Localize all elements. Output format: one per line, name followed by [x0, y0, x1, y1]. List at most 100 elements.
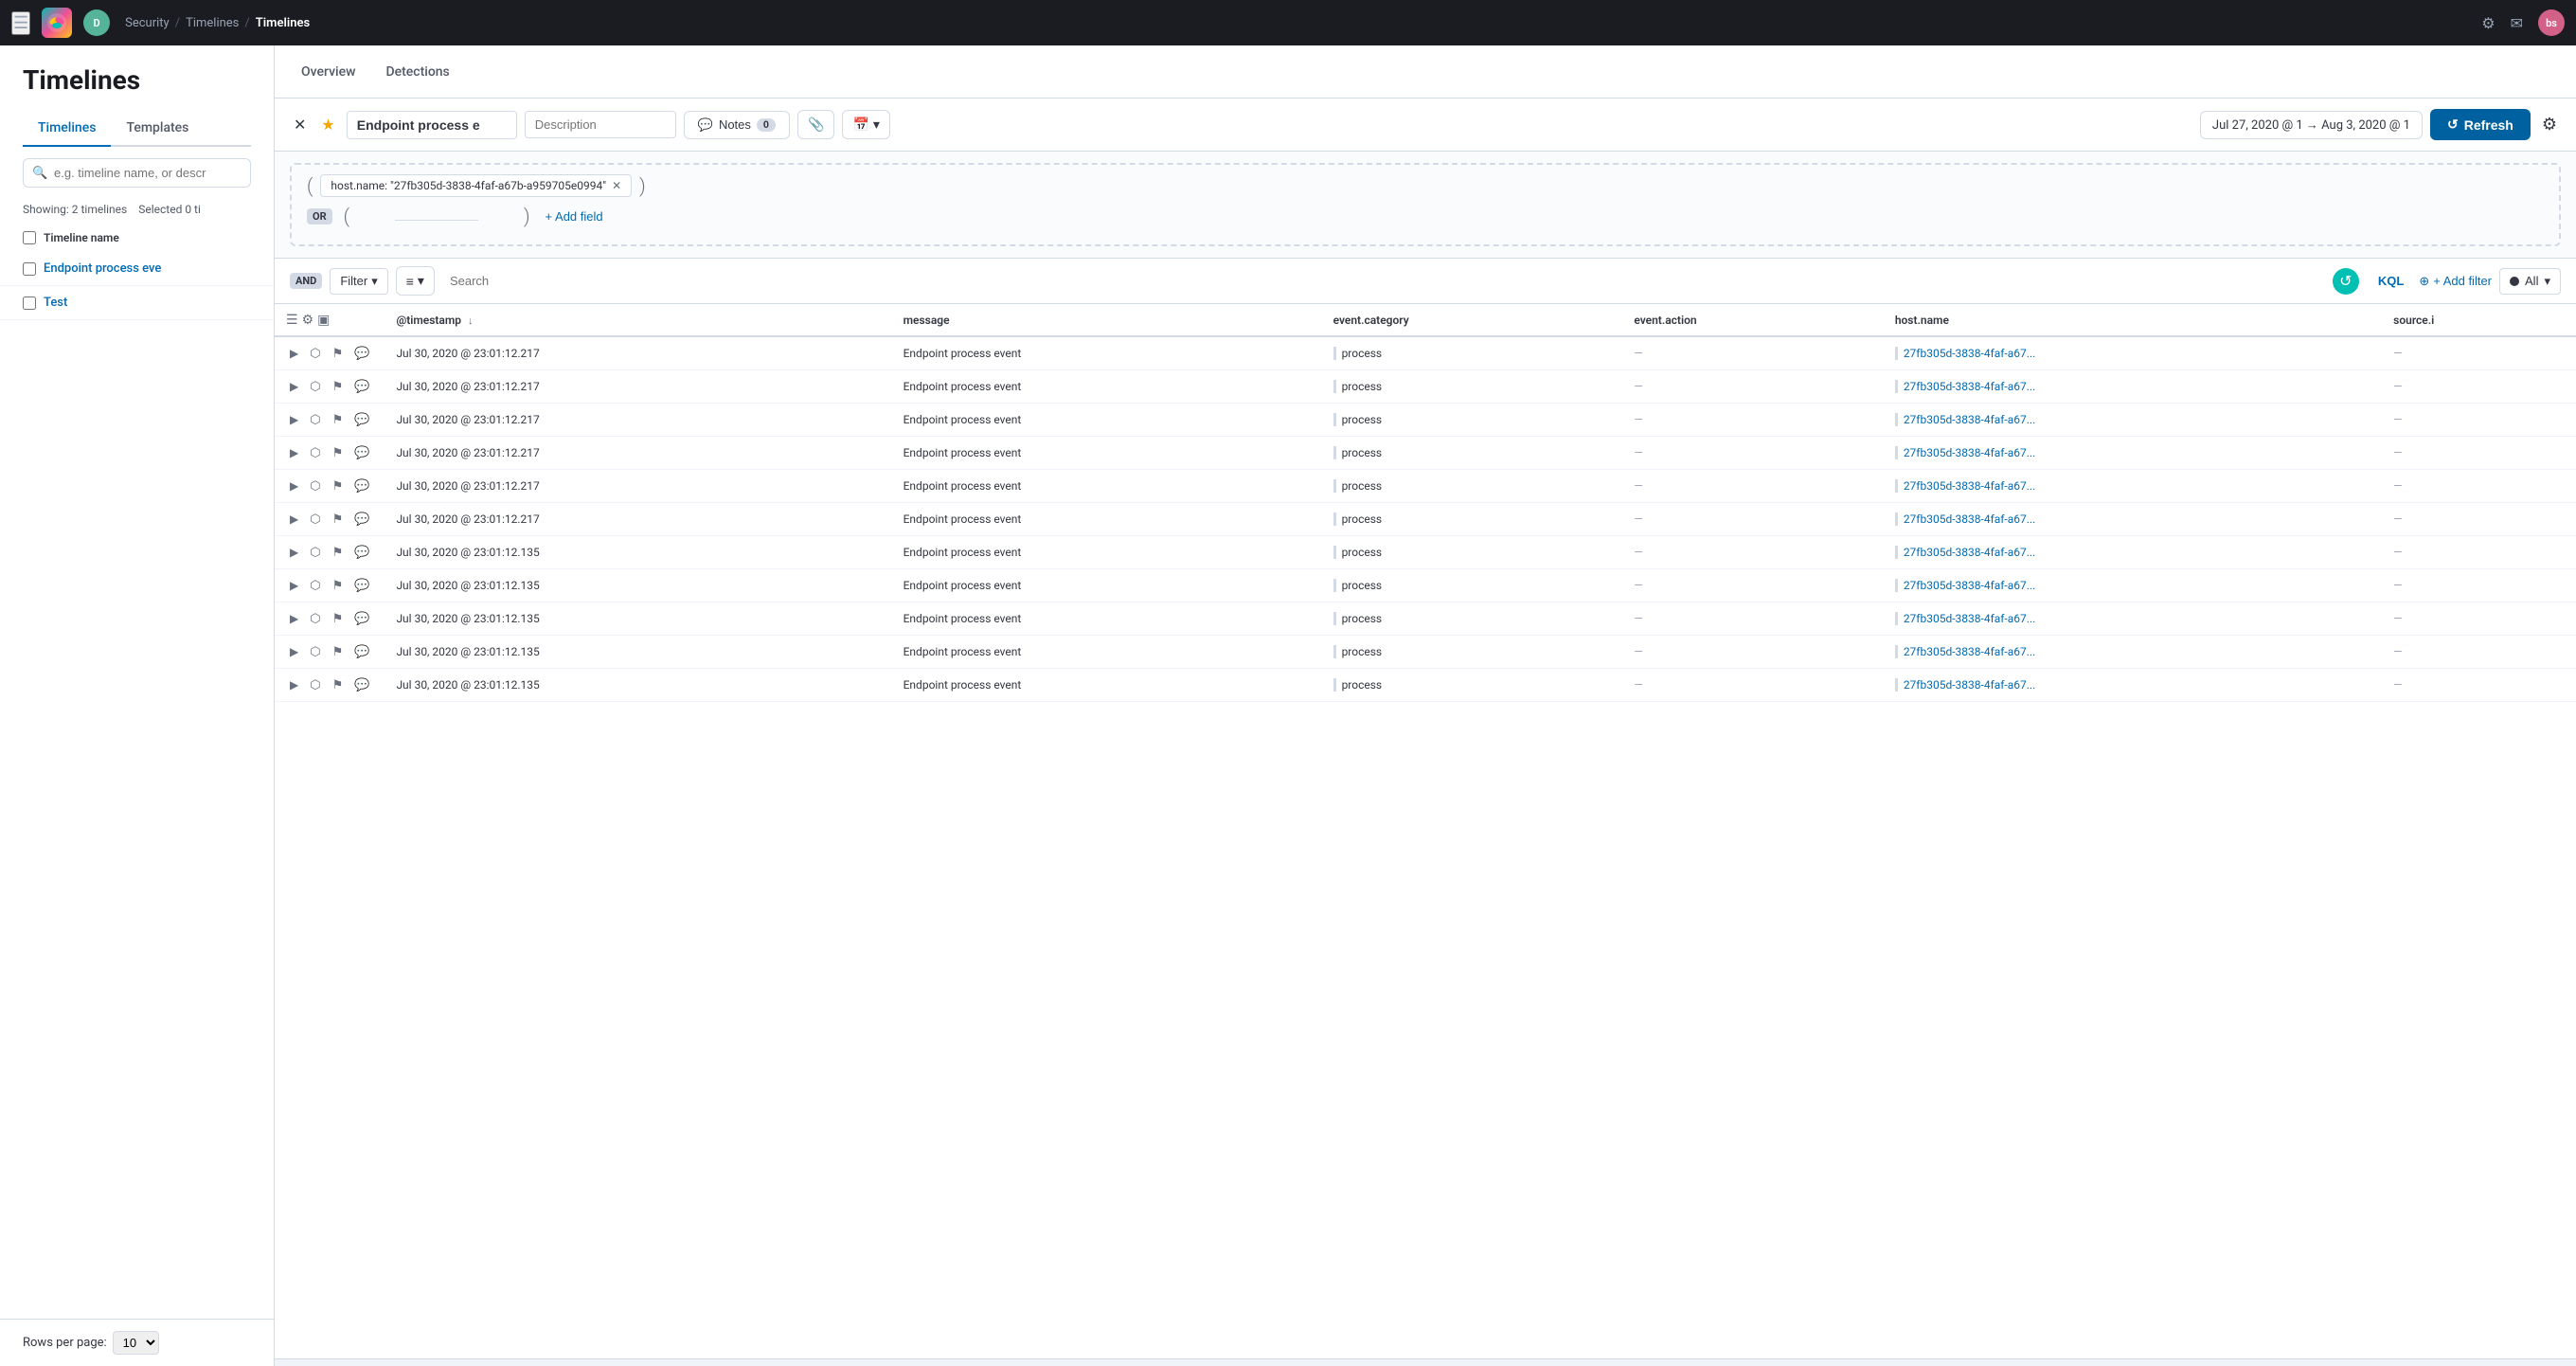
nav-overview[interactable]: Overview	[290, 57, 367, 87]
list-item[interactable]: Test	[0, 286, 274, 320]
bookmark-row-button[interactable]: ⚑	[329, 476, 348, 495]
filter-type-button[interactable]: ≡ ▾	[396, 266, 435, 296]
pin-row-button[interactable]: ⬡	[306, 543, 324, 562]
cell-host-name: 27fb305d-3838-4faf-a67...	[1884, 569, 2382, 602]
expand-row-button[interactable]: ▶	[286, 577, 302, 594]
attach-button[interactable]: 📎	[797, 110, 834, 139]
select-all-checkbox[interactable]	[23, 231, 36, 244]
cell-message: Endpoint process event	[892, 569, 1322, 602]
note-row-button[interactable]: 💬	[350, 344, 373, 363]
pin-row-button[interactable]: ⬡	[306, 476, 324, 495]
pin-row-button[interactable]: ⬡	[306, 344, 324, 363]
mail-icon[interactable]: ✉	[2511, 14, 2523, 32]
hamburger-menu-icon[interactable]: ☰	[11, 11, 30, 35]
expand-row-button[interactable]: ▶	[286, 378, 302, 395]
note-row-button[interactable]: 💬	[350, 576, 373, 595]
th-host-name[interactable]: host.name	[1884, 304, 2382, 336]
settings-icon[interactable]: ⚙	[2481, 14, 2495, 32]
search-input[interactable]	[23, 158, 251, 188]
filter-dropdown-button[interactable]: Filter ▾	[330, 268, 387, 295]
toggle-dot	[2510, 277, 2519, 286]
all-toggle-button[interactable]: All ▾	[2499, 268, 2561, 295]
filter-tag[interactable]: host.name: "27fb305d-3838-4faf-a67b-a959…	[320, 174, 632, 197]
expand-row-button[interactable]: ▶	[286, 643, 302, 660]
bookmark-row-button[interactable]: ⚑	[329, 510, 348, 529]
note-row-button[interactable]: 💬	[350, 642, 373, 661]
bookmark-row-button[interactable]: ⚑	[329, 576, 348, 595]
pin-row-button[interactable]: ⬡	[306, 377, 324, 396]
favorite-button[interactable]: ★	[317, 112, 338, 138]
pin-row-button[interactable]: ⬡	[306, 410, 324, 429]
item-checkbox-2[interactable]	[23, 297, 36, 310]
expand-row-button[interactable]: ▶	[286, 477, 302, 494]
description-input[interactable]	[525, 111, 676, 138]
note-row-button[interactable]: 💬	[350, 609, 373, 628]
breadcrumb-security[interactable]: Security	[125, 16, 170, 30]
rows-per-page-select[interactable]: 10 25 50	[113, 1331, 159, 1355]
note-row-button[interactable]: 💬	[350, 476, 373, 495]
note-row-button[interactable]: 💬	[350, 443, 373, 462]
add-field-button[interactable]: + Add field	[538, 206, 611, 227]
add-filter-label: + Add filter	[2433, 274, 2492, 288]
kql-refresh-icon[interactable]: ↺	[2333, 268, 2359, 295]
expand-row-button[interactable]: ▶	[286, 411, 302, 428]
timeline-name-input[interactable]	[347, 111, 517, 139]
list-item[interactable]: Endpoint process eve	[0, 252, 274, 286]
bookmark-row-button[interactable]: ⚑	[329, 344, 348, 363]
filter-tag-close[interactable]: ✕	[612, 179, 621, 192]
bookmark-row-button[interactable]: ⚑	[329, 443, 348, 462]
th-message[interactable]: message	[892, 304, 1322, 336]
notes-button[interactable]: 💬 Notes 0	[684, 111, 790, 139]
note-row-button[interactable]: 💬	[350, 377, 373, 396]
bookmark-row-button[interactable]: ⚑	[329, 609, 348, 628]
tab-templates[interactable]: Templates	[111, 111, 204, 147]
pin-row-button[interactable]: ⬡	[306, 675, 324, 694]
sidebar-list-header: Timeline name	[0, 224, 274, 252]
nav-detections[interactable]: Detections	[374, 57, 460, 87]
th-event-category[interactable]: event.category	[1322, 304, 1623, 336]
close-button[interactable]: ✕	[290, 112, 310, 138]
row-view-toggle[interactable]: ☰	[286, 312, 298, 328]
pin-row-button[interactable]: ⬡	[306, 576, 324, 595]
bookmark-row-button[interactable]: ⚑	[329, 642, 348, 661]
th-event-action[interactable]: event.action	[1622, 304, 1884, 336]
list-icon: ≡	[406, 274, 414, 289]
note-row-button[interactable]: 💬	[350, 675, 373, 694]
pin-row-button[interactable]: ⬡	[306, 510, 324, 529]
expand-row-button[interactable]: ▶	[286, 511, 302, 528]
pin-row-button[interactable]: ⬡	[306, 443, 324, 462]
expand-row-button[interactable]: ▶	[286, 610, 302, 627]
bookmark-row-button[interactable]: ⚑	[329, 543, 348, 562]
expand-row-button[interactable]: ▶	[286, 444, 302, 461]
bookmark-row-button[interactable]: ⚑	[329, 675, 348, 694]
tab-timelines[interactable]: Timelines	[23, 111, 111, 147]
note-row-button[interactable]: 💬	[350, 510, 373, 529]
refresh-button[interactable]: ↺ Refresh	[2430, 109, 2531, 140]
bookmark-row-button[interactable]: ⚑	[329, 410, 348, 429]
calendar-button[interactable]: 📅 ▾	[842, 110, 889, 139]
kql-button[interactable]: KQL	[2370, 270, 2411, 292]
column-settings-button[interactable]: ⚙	[302, 312, 314, 328]
note-row-button[interactable]: 💬	[350, 410, 373, 429]
expand-row-button[interactable]: ▶	[286, 544, 302, 561]
breadcrumb-timelines[interactable]: Timelines	[186, 16, 239, 30]
note-row-button[interactable]: 💬	[350, 543, 373, 562]
fields-button[interactable]: ▣	[317, 312, 330, 328]
pin-row-button[interactable]: ⬡	[306, 609, 324, 628]
date-range-picker[interactable]: Jul 27, 2020 @ 1 → Aug 3, 2020 @ 1	[2200, 111, 2423, 139]
bookmark-row-button[interactable]: ⚑	[329, 377, 348, 396]
expand-row-button[interactable]: ▶	[286, 345, 302, 362]
add-filter-button[interactable]: ⊕ + Add filter	[2419, 274, 2492, 289]
timeline-item-name-1[interactable]: Endpoint process eve	[44, 261, 251, 276]
th-timestamp[interactable]: @timestamp ↓	[385, 304, 891, 336]
expand-row-button[interactable]: ▶	[286, 676, 302, 693]
table-row: ▶ ⬡ ⚑ 💬 Jul 30, 2020 @ 23:01:12.217 Endp…	[275, 503, 2576, 536]
pin-row-button[interactable]: ⬡	[306, 642, 324, 661]
item-checkbox-1[interactable]	[23, 262, 36, 276]
user-avatar[interactable]: bs	[2538, 9, 2565, 36]
search-input[interactable]	[442, 269, 2325, 293]
horizontal-scrollbar[interactable]	[275, 1358, 2576, 1366]
timeline-settings-button[interactable]: ⚙	[2538, 111, 2561, 138]
th-source-ip[interactable]: source.i	[2382, 304, 2576, 336]
timeline-item-name-2[interactable]: Test	[44, 296, 251, 310]
